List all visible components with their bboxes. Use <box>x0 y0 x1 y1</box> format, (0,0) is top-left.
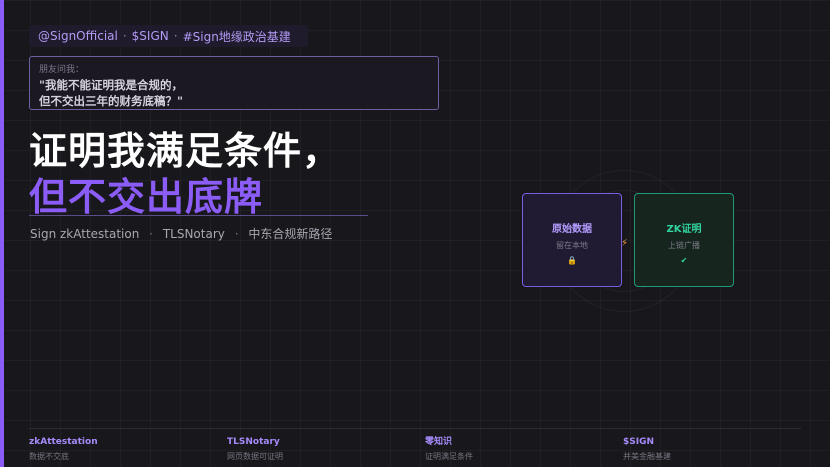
footer-item-subtitle: 数据不交底 <box>29 452 69 461</box>
raw-data-title: 原始数据 <box>552 224 592 235</box>
footer-item-tlsnotary: TLSNotary 网页数据可证明 <box>227 436 283 463</box>
tagline-separator: · <box>122 29 127 43</box>
raw-data-subtitle: 留在本地 <box>556 241 588 250</box>
footer-item-subtitle: 证明满足条件 <box>425 452 473 461</box>
subtitle-separator: · <box>234 227 239 241</box>
zk-proof-title: ZK证明 <box>666 224 702 235</box>
footer-item-title: zkAttestation <box>29 437 98 447</box>
raw-data-card: 原始数据 留在本地 🔒 <box>522 193 622 287</box>
hashtag[interactable]: #Sign地缘政治基建 <box>183 28 291 45</box>
footer-item-subtitle: 网页数据可证明 <box>227 452 283 461</box>
footer-item-title: $SIGN <box>623 437 655 447</box>
subtitle: Sign zkAttestation · TLSNotary · 中东合规新路径 <box>30 225 332 242</box>
subtitle-part-1: Sign zkAttestation <box>30 227 140 241</box>
footer-item-zero-knowledge: 零知识 证明满足条件 <box>425 436 473 463</box>
subtitle-part-2: TLSNotary <box>162 227 225 241</box>
footer-item-subtitle: 并美金融基建 <box>623 452 671 461</box>
arrow-right-icon: ⚡ <box>621 238 629 249</box>
handle[interactable]: @SignOfficial <box>38 29 118 43</box>
footer-item-title: 零知识 <box>425 437 453 447</box>
headline-line-1: 证明我满足条件， <box>29 129 342 173</box>
zk-proof-card: ZK证明 上链广播 ✔ <box>634 193 734 287</box>
accent-bar <box>0 0 4 467</box>
subtitle-part-3: 中东合规新路径 <box>248 227 333 241</box>
quote-box: 朋友问我： "我能不能证明我是合规的， 但不交出三年的财务底稿？" <box>29 56 439 110</box>
ticker[interactable]: $SIGN <box>132 29 169 43</box>
lock-icon: 🔒 <box>567 256 577 265</box>
tagline: @SignOfficial · $SIGN · #Sign地缘政治基建 <box>29 25 308 47</box>
headline-underline <box>29 215 368 216</box>
check-icon: ✔ <box>680 256 688 265</box>
quote-label: 朋友问我： <box>39 65 85 75</box>
footer-divider <box>29 428 801 429</box>
footer-item-title: TLSNotary <box>227 437 280 447</box>
headline-line-2: 但不交出底牌 <box>29 175 264 219</box>
quote-line-2: 但不交出三年的财务底稿？" <box>39 94 183 108</box>
tagline-separator: · <box>173 29 178 43</box>
footer-item-sign: $SIGN 并美金融基建 <box>623 436 671 463</box>
quote-line-1: "我能不能证明我是合规的， <box>39 78 183 92</box>
zk-proof-subtitle: 上链广播 <box>668 241 700 250</box>
subtitle-separator: · <box>149 227 153 241</box>
footer-item-zkattestation: zkAttestation 数据不交底 <box>29 436 98 463</box>
